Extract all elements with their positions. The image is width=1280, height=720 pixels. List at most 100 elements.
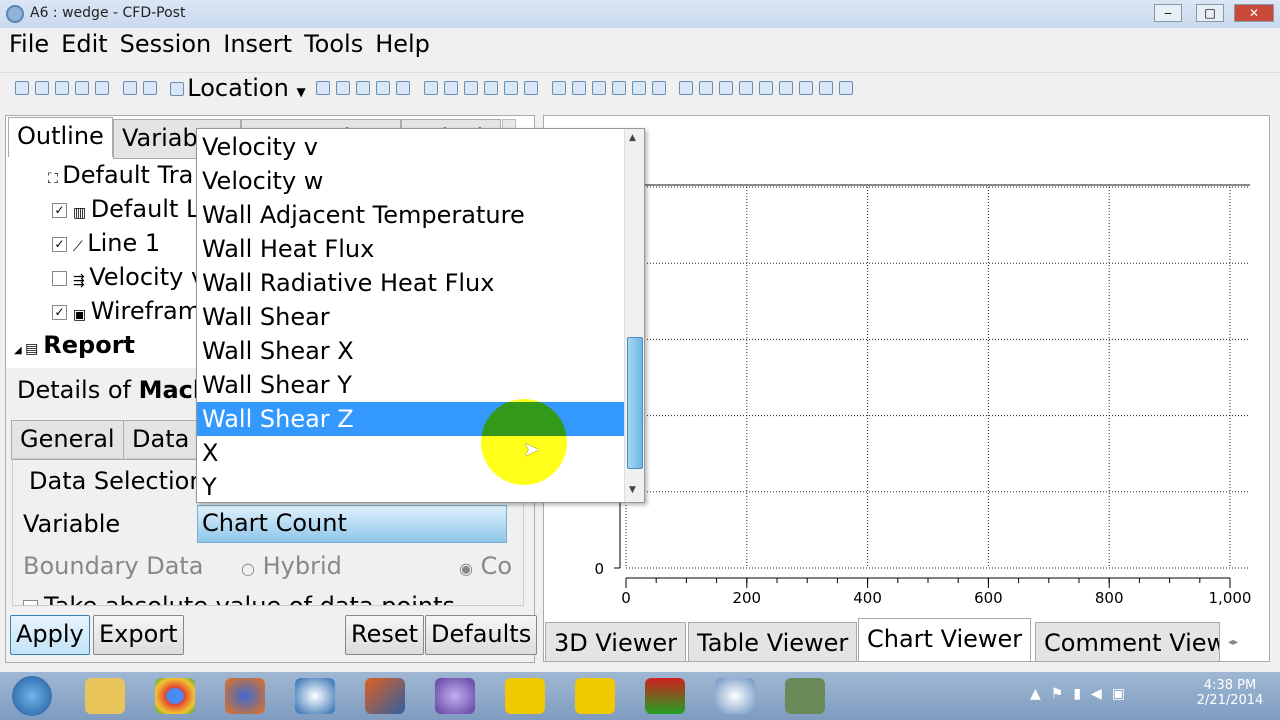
text-icon[interactable] [423,81,438,95]
tree-item-velocity[interactable]: ⇶ Velocity v [52,263,205,291]
table-icon[interactable] [591,81,606,95]
menu-session[interactable]: Session [120,30,212,58]
color-map-icon[interactable] [523,81,538,95]
comment-icon[interactable] [631,81,646,95]
cfd-viewer-icon[interactable] [715,678,755,714]
dropdown-option[interactable]: Wall Heat Flux [197,232,624,266]
radio-hybrid[interactable]: ○ Hybrid [241,552,342,580]
expression-icon[interactable] [571,81,586,95]
dropdown-option[interactable]: Velocity v [197,130,624,164]
tab-scroll-arrows[interactable]: ◂▸ [1222,628,1244,658]
vector-icon[interactable] [316,81,331,95]
system-tray-icons[interactable]: ▲⚑▮◀▣ [1030,686,1135,702]
tree-item-report[interactable]: ◢ ▤ Report [14,331,135,359]
save-icon[interactable] [55,81,69,95]
checkbox[interactable]: ✓ [52,304,67,320]
firefox-icon[interactable] [225,678,265,714]
abs-value-checkbox[interactable]: Take absolute value of data points [23,592,455,605]
checkbox[interactable] [52,270,67,286]
dropdown-scrollbar[interactable]: ▲ ▼ [624,129,644,502]
tab-data[interactable]: Data [123,420,199,460]
ansys-workbench-icon[interactable] [575,678,615,714]
radio-selected-icon: ◉ [459,559,473,578]
emacs-icon[interactable] [435,678,475,714]
contour-icon[interactable] [336,81,351,95]
probe-icon[interactable] [739,81,754,95]
refresh-icon[interactable] [75,81,89,95]
recorder-icon[interactable] [785,678,825,714]
clock[interactable]: 4:38 PM 2/21/2014 [1190,678,1270,708]
location-button[interactable]: Location ▼ [167,74,306,102]
dropdown-option[interactable]: Wall Adjacent Temperature [197,198,624,232]
volume-render-icon[interactable] [396,81,411,95]
dropdown-option[interactable]: Wall Shear X [197,334,624,368]
menu-insert[interactable]: Insert [223,30,292,58]
command-editor-icon[interactable] [839,81,854,95]
tree-item-line-1[interactable]: ✓ ⟋ Line 1 [52,229,160,257]
chart-icon[interactable] [611,81,626,95]
animation-icon[interactable] [699,81,714,95]
streamline-icon[interactable] [356,81,371,95]
coordinate-frame-icon[interactable] [443,81,458,95]
dropdown-option[interactable]: Wall Shear [197,300,624,334]
tree-item-default-legend[interactable]: ✓ ▥ Default L [52,195,199,223]
menu-tools[interactable]: Tools [304,30,363,58]
variable-icon[interactable] [551,81,566,95]
macro-calculator-icon[interactable] [779,81,794,95]
menu-help[interactable]: Help [375,30,430,58]
scroll-up-icon[interactable]: ▲ [629,133,636,143]
load-icon[interactable] [35,81,49,95]
screenshot-icon[interactable] [95,81,109,95]
title-bar: A6 : wedge - CFD-Post ‒ □ ✕ [0,0,1280,28]
menu-edit[interactable]: Edit [61,30,107,58]
tab-general[interactable]: General [11,420,124,460]
mesh-calculator-icon[interactable] [799,81,814,95]
tab-comment-viewer[interactable]: Comment View [1035,622,1220,662]
case-comparison-icon[interactable] [819,81,834,95]
dropdown-option[interactable]: Wall Radiative Heat Flux [197,266,624,300]
reset-button[interactable]: Reset [345,615,425,655]
defaults-button[interactable]: Defaults [425,615,538,655]
thunderbird-icon[interactable] [295,678,335,714]
tab-chart-viewer[interactable]: Chart Viewer [858,618,1032,662]
minimize-button[interactable]: ‒ [1154,4,1182,22]
checkbox[interactable]: ✓ [52,236,67,252]
open-icon[interactable] [15,81,29,95]
apply-button[interactable]: Apply [10,615,90,655]
tab-outline[interactable]: Outline [8,117,113,157]
dropdown-option[interactable]: Y [197,470,624,502]
variable-select[interactable]: Chart Count [197,505,507,543]
explorer-icon[interactable] [85,678,125,714]
tab-table-viewer[interactable]: Table Viewer [688,622,858,662]
scroll-down-icon[interactable]: ▼ [629,485,636,495]
dropdown-option[interactable]: Wall Shear Y [197,368,624,402]
tab-3d-viewer[interactable]: 3D Viewer [545,622,686,662]
redo-icon[interactable] [142,81,157,95]
maximize-button[interactable]: □ [1196,4,1224,22]
checkbox[interactable]: ✓ [52,202,67,218]
x-tick-label: 0 [621,589,631,607]
function-calculator-icon[interactable] [759,81,774,95]
menu-file[interactable]: File [9,30,49,58]
clip-plane-icon[interactable] [503,81,518,95]
matlab-icon[interactable] [365,678,405,714]
tree-item-default-transform[interactable]: ⛶ Default Tra [48,161,193,189]
start-button[interactable] [12,676,52,716]
undo-icon[interactable] [122,81,137,95]
cfd-post-icon[interactable] [645,678,685,714]
particle-track-icon[interactable] [376,81,391,95]
tree-item-wireframe[interactable]: ✓ ▣ Wirefram [52,297,201,325]
chrome-icon[interactable] [155,678,195,714]
timestep-icon[interactable] [679,81,694,95]
quick-edit-icon[interactable] [719,81,734,95]
dropdown-option[interactable]: Velocity w [197,164,624,198]
export-button[interactable]: Export [93,615,184,655]
close-button[interactable]: ✕ [1234,4,1274,22]
y-tick-label: 0 [594,560,604,578]
ansys-icon[interactable] [505,678,545,714]
scroll-thumb[interactable] [627,337,643,469]
radio-conservative[interactable]: ◉ Co [459,552,512,580]
legend-icon[interactable] [463,81,478,95]
instance-transform-icon[interactable] [483,81,498,95]
figure-icon[interactable] [651,81,666,95]
